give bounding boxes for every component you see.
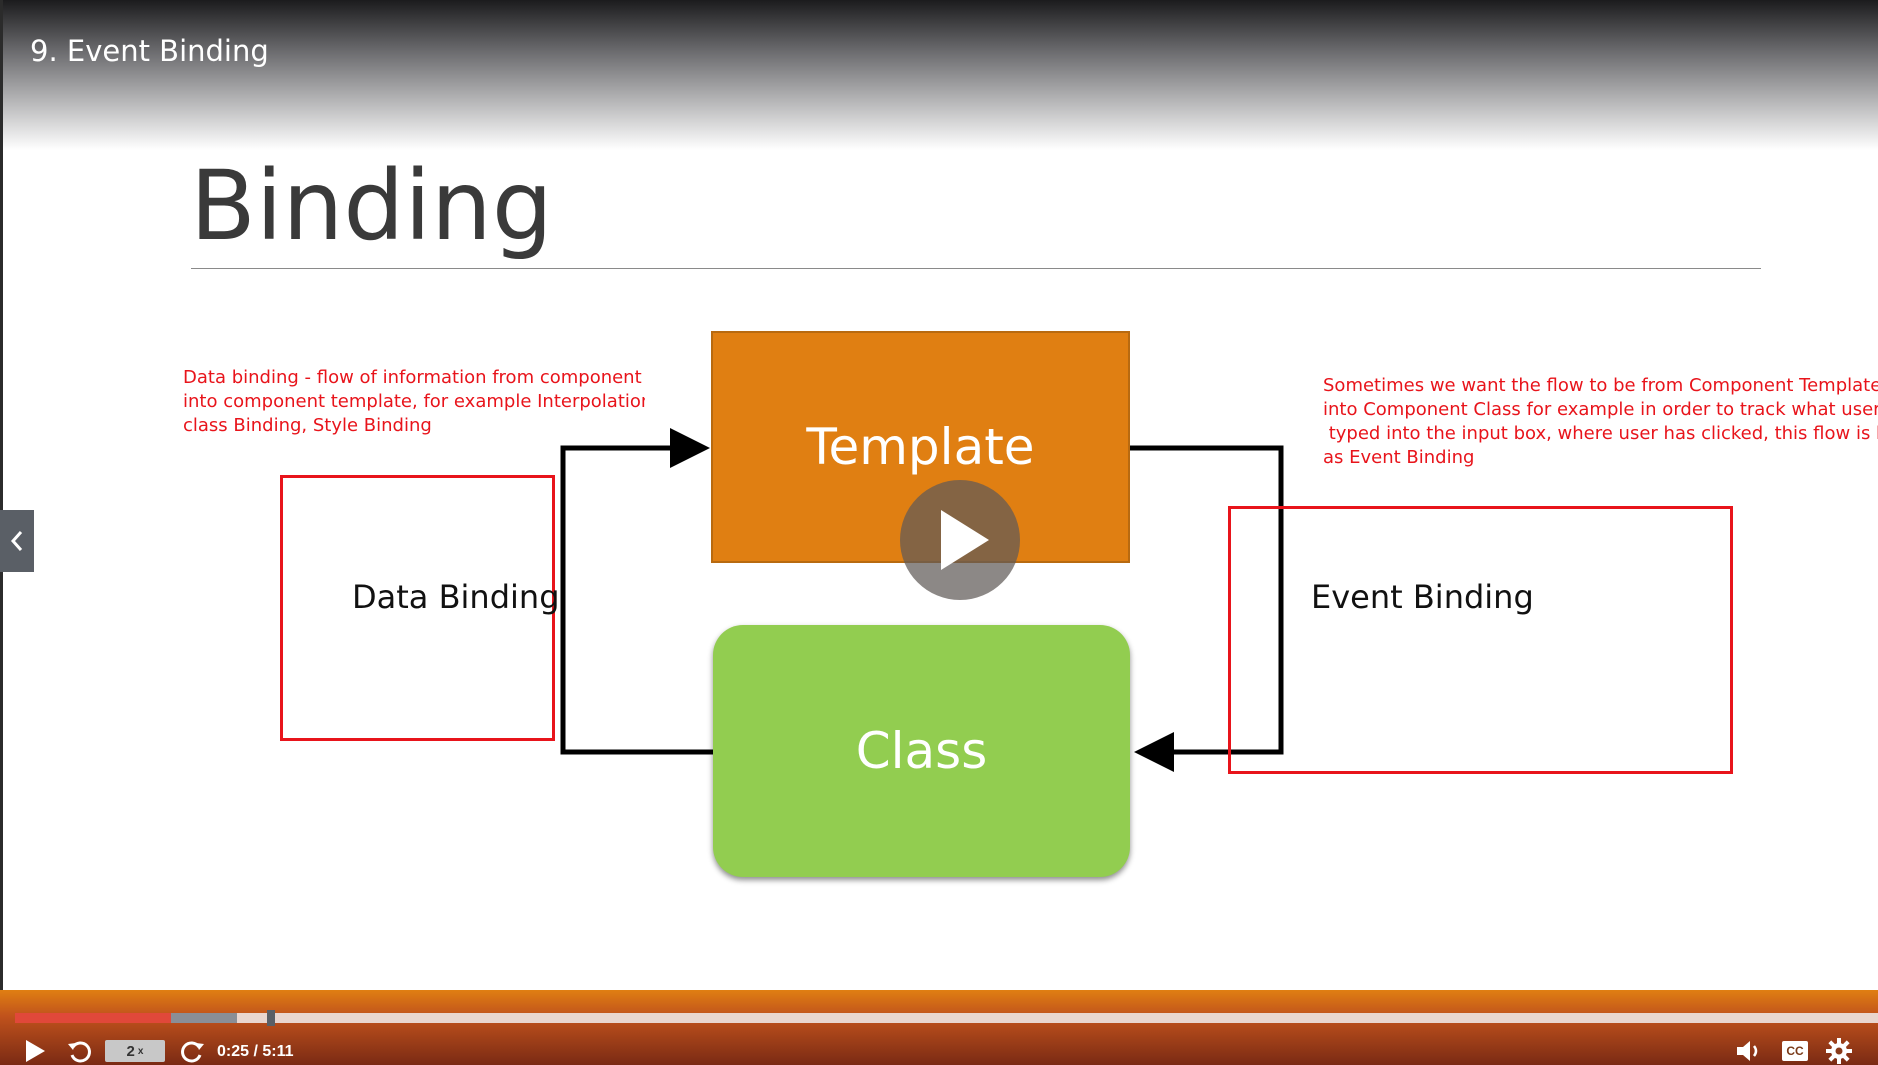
playback-rate-suffix: x — [137, 1045, 144, 1057]
current-time: 0:25 — [217, 1043, 250, 1060]
progress-bar[interactable] — [15, 1013, 1878, 1023]
rewind-button[interactable] — [65, 1034, 95, 1065]
play-button[interactable] — [20, 1034, 50, 1065]
previous-lecture-button[interactable] — [0, 510, 34, 572]
chevron-left-icon — [10, 531, 23, 551]
volume-icon — [1737, 1041, 1758, 1061]
progress-played — [15, 1013, 171, 1023]
data-binding-label: Data Binding — [352, 578, 560, 616]
video-title: 9. Event Binding — [30, 34, 269, 68]
class-block: Class — [713, 625, 1130, 877]
captions-button[interactable]: CC — [1778, 1034, 1812, 1065]
playback-rate-value: 2 — [126, 1042, 135, 1060]
title-overlay — [0, 0, 1878, 150]
template-label: Template — [806, 418, 1035, 476]
play-icon — [26, 1040, 45, 1062]
data-binding-arrow — [560, 428, 713, 755]
highlight-box-event-binding — [1228, 506, 1733, 774]
event-binding-label: Event Binding — [1311, 578, 1534, 616]
rewind-icon — [68, 1041, 91, 1063]
class-label: Class — [855, 722, 988, 780]
captions-icon: CC — [1782, 1041, 1808, 1061]
forward-icon — [181, 1041, 204, 1063]
video-player[interactable]: Binding Data binding - flow of informati… — [0, 0, 1878, 1065]
playback-rate-button[interactable]: 2 x — [105, 1040, 165, 1062]
settings-button[interactable] — [1822, 1034, 1856, 1065]
time-display: 0:25 / 5:11 — [217, 1043, 294, 1061]
play-icon — [941, 510, 989, 570]
time-separator: / — [253, 1043, 258, 1060]
duration: 5:11 — [262, 1043, 294, 1060]
big-play-button[interactable] — [900, 480, 1020, 600]
forward-button[interactable] — [177, 1034, 207, 1065]
gear-icon — [1826, 1038, 1852, 1064]
volume-button[interactable] — [1732, 1034, 1766, 1065]
progress-handle[interactable] — [267, 1010, 275, 1026]
